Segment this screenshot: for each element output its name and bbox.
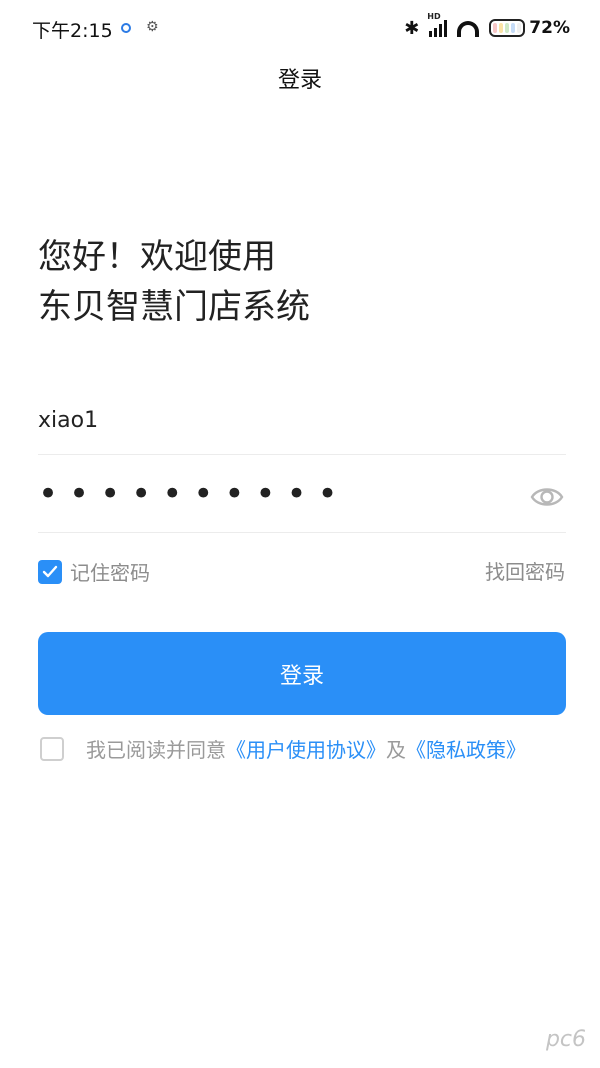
- signal-icon: HD: [427, 12, 448, 37]
- agreement-checkbox[interactable]: [40, 736, 64, 761]
- remember-password[interactable]: 记住密码: [38, 557, 150, 586]
- user-agreement-link[interactable]: 《用户使用协议》: [226, 738, 386, 762]
- agreement-row: 我已阅读并同意《用户使用协议》及《隐私政策》: [40, 734, 526, 763]
- status-icons: ✱ HD 72%: [404, 12, 570, 42]
- welcome-line-1: 您好！欢迎使用: [38, 237, 276, 277]
- forgot-password-link[interactable]: 找回密码: [485, 556, 565, 585]
- agreement-and: 及: [386, 738, 406, 762]
- password-input[interactable]: ••••••••••: [38, 474, 349, 514]
- agreement-prefix: 我已阅读并同意: [86, 738, 226, 762]
- check-icon: [42, 565, 58, 577]
- status-bar: 下午2:15 ⚙ ✱ HD 72%: [0, 0, 600, 56]
- app-notification-icon: [121, 23, 131, 33]
- wifi-icon: [457, 19, 480, 37]
- privacy-policy-link[interactable]: 《隐私政策》: [406, 738, 526, 762]
- network-hd-label: HD: [427, 12, 441, 21]
- watermark-logo: pc6: [545, 1027, 586, 1052]
- status-time: 下午2:15: [32, 20, 113, 42]
- battery-percent: 72%: [529, 18, 570, 38]
- welcome-heading: 您好！欢迎使用 东贝智慧门店系统: [38, 232, 310, 332]
- remember-checkbox[interactable]: [38, 559, 62, 584]
- username-input[interactable]: [38, 408, 508, 433]
- welcome-line-2: 东贝智慧门店系统: [38, 287, 310, 327]
- password-field[interactable]: ••••••••••: [38, 468, 566, 533]
- eye-icon[interactable]: [530, 484, 564, 510]
- username-field[interactable]: [38, 396, 566, 455]
- bluetooth-icon: ✱: [404, 17, 420, 39]
- battery-icon: 72%: [489, 18, 570, 38]
- login-button[interactable]: 登录: [38, 632, 566, 715]
- remember-label: 记住密码: [70, 561, 150, 585]
- settings-icon: ⚙: [146, 19, 159, 35]
- page-title: 登录: [277, 68, 322, 93]
- agreement-text: 我已阅读并同意《用户使用协议》及《隐私政策》: [86, 734, 526, 763]
